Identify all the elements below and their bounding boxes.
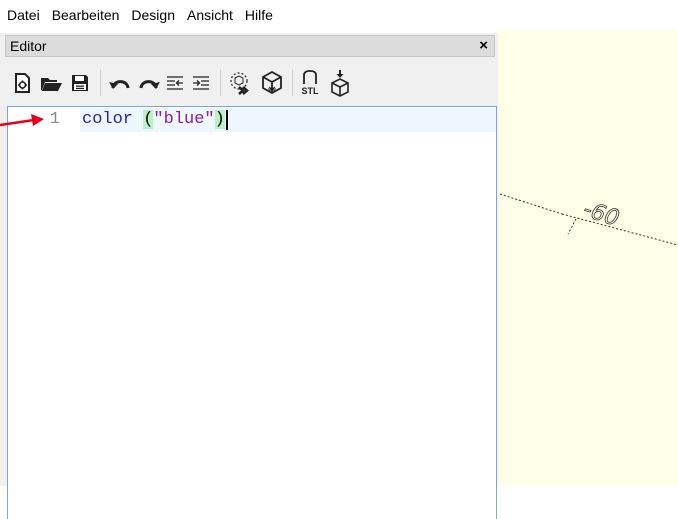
menu-design[interactable]: Design [125,0,181,30]
code-paren-open: ( [143,110,154,129]
send-to-printer-icon[interactable] [326,66,354,100]
menu-hilfe[interactable]: Hilfe [239,0,279,30]
code-editor[interactable]: 1 color ("blue") [7,106,497,519]
redo-icon[interactable] [135,66,163,100]
code-line[interactable]: color ("blue") [82,110,228,130]
code-string: "blue" [153,110,215,129]
open-folder-icon[interactable] [37,66,65,100]
unindent-icon[interactable] [161,66,189,100]
line-number-gutter: 1 [8,107,80,519]
text-cursor [225,110,228,130]
toolbar-separator [220,70,221,96]
menu-ansicht[interactable]: Ansicht [181,0,239,30]
editor-dock: Editor × STL 1 color ("blue") [0,33,498,519]
save-icon[interactable] [66,66,94,100]
code-paren-close: ) [214,110,225,129]
editor-title: Editor [10,38,47,54]
render-icon[interactable] [258,66,286,100]
menu-bearbeiten[interactable]: Bearbeiten [46,0,126,30]
toolbar-separator [100,70,101,96]
undo-icon[interactable] [106,66,134,100]
new-file-icon[interactable] [8,66,36,100]
code-text-area[interactable]: color ("blue") [80,107,496,519]
export-stl-icon[interactable]: STL [296,66,324,100]
toolbar-separator [292,70,293,96]
code-identifier: color [82,110,134,129]
axis-label: -60 [580,197,622,232]
indent-icon[interactable] [187,66,215,100]
menu-datei[interactable]: Datei [0,0,46,30]
editor-toolbar: STL [8,66,494,100]
preview-icon[interactable] [226,66,254,100]
annotation-arrow-icon [0,114,44,127]
close-icon[interactable]: × [479,37,488,55]
viewport-axes: -60 [499,193,678,246]
menu-bar: Datei Bearbeiten Design Ansicht Hilfe [0,0,678,30]
stl-label: STL [302,86,320,96]
editor-titlebar[interactable]: Editor × [5,35,495,57]
3d-viewport[interactable]: -60 [498,30,678,486]
